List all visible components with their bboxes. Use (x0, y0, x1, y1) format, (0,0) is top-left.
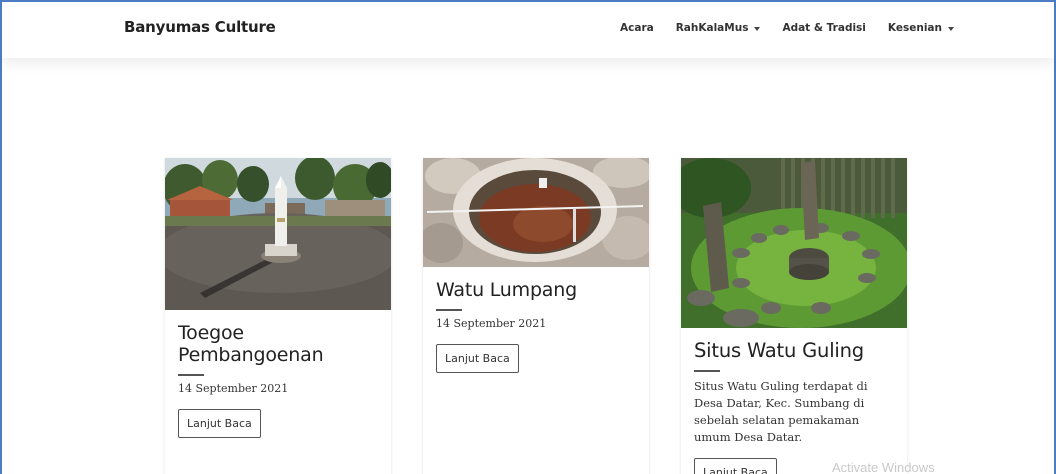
card-date: 14 September 2021 (436, 317, 547, 330)
article-card: Situs Watu Guling Situs Watu Guling terd… (681, 158, 907, 474)
read-more-button[interactable]: Lanjut Baca (694, 458, 777, 474)
nav-item-adat-tradisi[interactable]: Adat & Tradisi (782, 22, 865, 34)
card-title[interactable]: Toegoe Pembangoenan (178, 322, 377, 366)
card-title-line: Pembangoenan (178, 344, 324, 366)
card-body: Situs Watu Guling Situs Watu Guling terd… (681, 328, 907, 474)
title-divider (436, 309, 462, 311)
card-body: Toegoe Pembangoenan 14 September 2021 La… (165, 310, 391, 438)
read-more-button[interactable]: Lanjut Baca (436, 344, 519, 373)
card-image-link[interactable] (681, 158, 907, 328)
card-title[interactable]: Situs Watu Guling (694, 340, 893, 362)
nav-item-label: Kesenian (887, 22, 942, 34)
card-image-link[interactable] (165, 158, 391, 310)
navbar: Banyumas Culture Acara RahKalaMus Adat &… (2, 2, 1054, 58)
nav-menu: Acara RahKalaMus Adat & Tradisi Kesenian (598, 22, 954, 34)
title-divider (178, 374, 204, 376)
article-card: Watu Lumpang 14 September 2021 Lanjut Ba… (423, 158, 649, 474)
nav-item-label: RahKalaMus (675, 22, 749, 34)
browser-frame: Banyumas Culture Acara RahKalaMus Adat &… (0, 0, 1056, 474)
card-title[interactable]: Watu Lumpang (436, 279, 635, 301)
nav-item-label: Acara (620, 22, 654, 34)
megalith-site-photo (681, 158, 907, 328)
caret-down-icon (754, 26, 761, 31)
card-image-link[interactable] (423, 158, 649, 267)
card-title-line: Toegoe (178, 322, 244, 344)
nav-item-acara[interactable]: Acara (620, 22, 654, 34)
nav-item-kesenian[interactable]: Kesenian (888, 22, 954, 34)
caret-down-icon (948, 26, 954, 31)
monument-photo (165, 158, 391, 310)
activation-watermark: Activate Windows (832, 460, 935, 474)
article-card: Toegoe Pembangoenan 14 September 2021 La… (165, 158, 391, 474)
brand-logo[interactable]: Banyumas Culture (124, 18, 276, 36)
title-divider (694, 370, 720, 372)
card-body: Watu Lumpang 14 September 2021 Lanjut Ba… (423, 267, 649, 373)
read-more-button[interactable]: Lanjut Baca (178, 409, 261, 438)
nav-item-rahkalamus[interactable]: RahKalaMus (676, 22, 761, 34)
nav-item-label: Adat & Tradisi (782, 22, 866, 34)
stone-mortar-photo (423, 158, 649, 267)
card-date: 14 September 2021 (178, 382, 289, 395)
card-description: Situs Watu Guling terdapat di Desa Datar… (694, 379, 868, 444)
